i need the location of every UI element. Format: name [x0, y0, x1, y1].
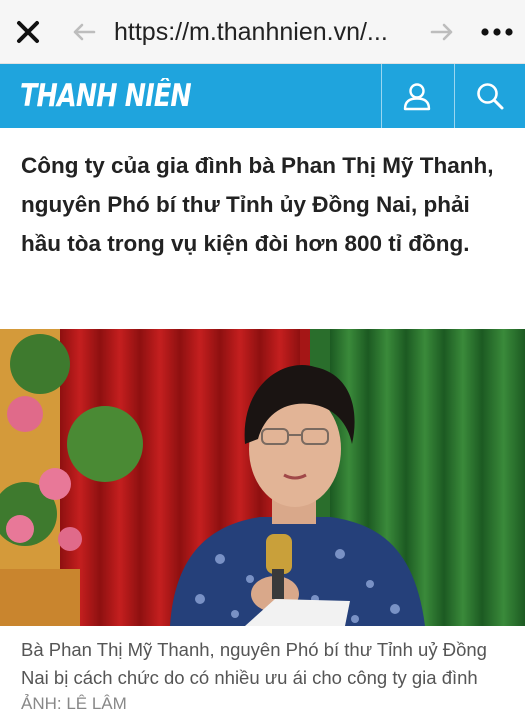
close-icon[interactable]	[6, 0, 50, 64]
site-logo[interactable]: THANH NIÊN	[20, 78, 192, 114]
search-icon[interactable]	[455, 64, 525, 128]
browser-toolbar: https://m.thanhnien.vn/...	[0, 0, 525, 64]
more-dots-icon[interactable]	[472, 0, 522, 64]
article-headline: Công ty của gia đình bà Phan Thị Mỹ Than…	[21, 153, 494, 256]
photo-credit: ẢNH: LÊ LÂM	[21, 694, 127, 713]
arrow-right-icon[interactable]	[424, 0, 460, 64]
site-header: THANH NIÊN	[0, 64, 525, 128]
url-bar[interactable]: https://m.thanhnien.vn/...	[114, 0, 414, 64]
article-photo	[0, 329, 525, 626]
user-icon[interactable]	[382, 64, 452, 128]
arrow-left-icon[interactable]	[66, 0, 102, 64]
photo-caption: Bà Phan Thị Mỹ Thanh, nguyên Phó bí thư …	[21, 639, 487, 688]
